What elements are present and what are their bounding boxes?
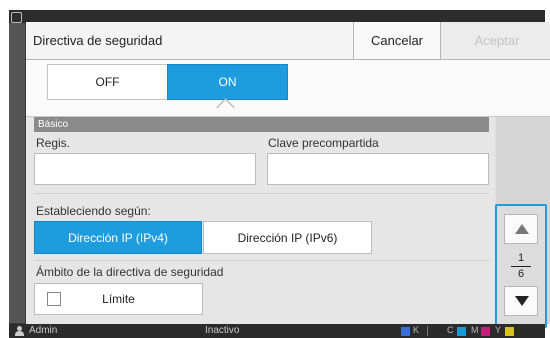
security-policy-dialog: Directiva de seguridad Cancelar Aceptar … [26,22,550,324]
establish-label: Estableciendo según: [36,204,151,218]
status-user: Admin [29,325,58,336]
ink-k-label: K [413,325,420,335]
ink-m-label: M [471,325,479,335]
ink-c-icon [457,327,466,336]
accept-button[interactable]: Aceptar [440,22,550,59]
ipv6-option-button[interactable]: Dirección IP (IPv6) [203,221,372,254]
scroll-down-button[interactable] [504,286,538,316]
background-panel-left [9,23,25,323]
home-icon[interactable] [11,12,22,23]
page-divider [511,266,531,267]
scope-label: Ámbito de la directiva de seguridad [36,265,224,279]
scroll-up-button[interactable] [504,214,538,244]
regis-label: Regis. [36,136,71,150]
section-header-basic: Básico [34,117,489,132]
caret-pointer [216,98,235,117]
divider [34,193,489,194]
ink-c-label: C [447,325,454,335]
on-off-toggle: OFF ON [26,60,550,117]
dialog-title: Directiva de seguridad [33,33,163,48]
toggle-off-button[interactable]: OFF [47,64,168,100]
status-bar: Admin Inactivo K C M Y [9,324,545,338]
limit-checkbox-button[interactable]: Límite [34,283,203,315]
current-page: 1 [517,252,525,264]
arrow-up-icon [515,224,529,234]
ink-separator [427,326,428,336]
ink-m-icon [481,327,490,336]
status-state: Inactivo [205,325,240,336]
divider [34,260,489,261]
preshared-key-label: Clave precompartida [268,136,379,150]
ipv4-option-button[interactable]: Dirección IP (IPv4) [34,221,202,254]
cancel-button[interactable]: Cancelar [353,22,440,59]
regis-field[interactable] [34,153,256,185]
arrow-down-icon [515,296,529,306]
ink-k-icon [401,327,410,336]
dialog-header: Directiva de seguridad Cancelar Aceptar [26,22,550,60]
total-pages: 6 [517,268,525,280]
ink-y-icon [505,327,514,336]
preshared-key-field[interactable] [267,153,489,185]
ink-y-label: Y [495,325,502,335]
toggle-on-button[interactable]: ON [167,64,288,100]
user-icon [15,326,24,336]
limit-label: Límite [102,292,135,306]
page-scroller: 1 6 [495,204,547,328]
settings-content: Básico Regis. Clave precompartida Establ… [26,117,494,324]
